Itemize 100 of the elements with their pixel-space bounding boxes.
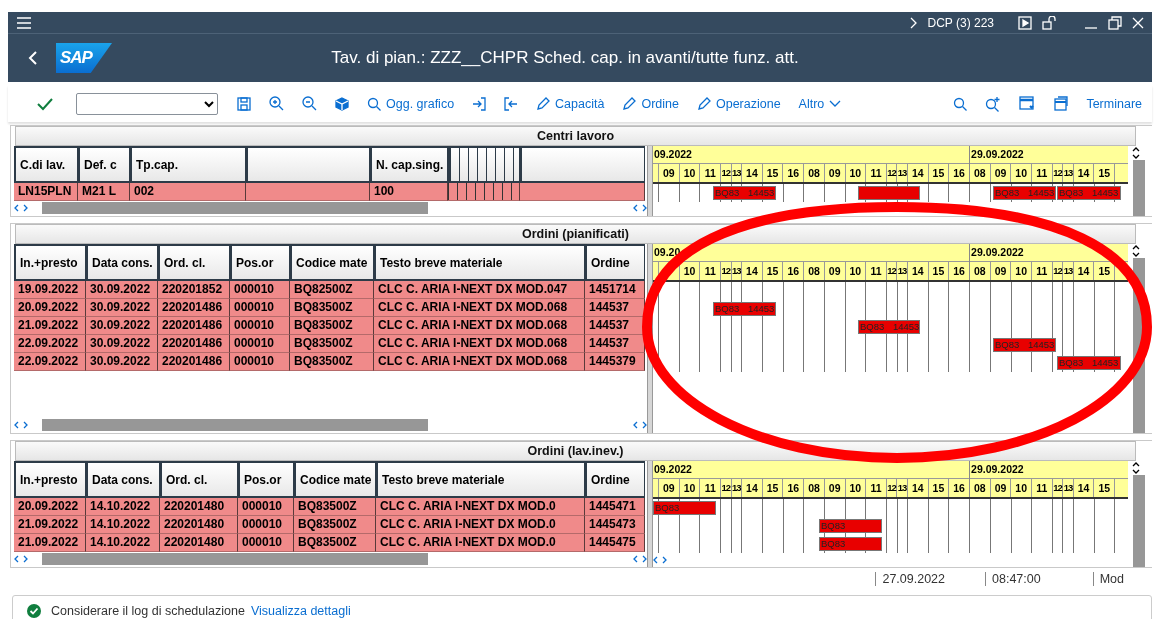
table-cell: 220201486	[158, 335, 230, 353]
column-header[interactable]: Tp.cap.	[130, 146, 246, 183]
column-header[interactable]: Ord. cl.	[160, 461, 238, 498]
scroll-left-right-icon[interactable]	[14, 421, 28, 429]
hour-label: 09	[990, 479, 1012, 497]
table-cell: 14.10.2022	[86, 516, 160, 534]
column-header[interactable]: Codice mate	[294, 461, 376, 498]
cube-icon[interactable]	[335, 96, 349, 111]
column-header[interactable]: C.di lav.	[14, 146, 78, 183]
scroll-left-right-icon[interactable]	[633, 421, 647, 429]
hour-label: 15	[762, 262, 784, 280]
scroll-left-right-icon[interactable]	[633, 204, 647, 212]
table-cell: CLC C. ARIA I-NEXT DX MOD.068	[374, 353, 585, 371]
search-plus-icon[interactable]	[985, 95, 1002, 112]
hour-label: 10	[679, 479, 701, 497]
horizontal-scrollbar[interactable]	[42, 553, 428, 565]
close-icon[interactable]	[1132, 16, 1144, 29]
hour-label: 13	[1063, 164, 1074, 182]
column-header[interactable]: In.+presto	[14, 244, 86, 281]
column-header[interactable]: Data cons.	[86, 244, 158, 281]
edit-button[interactable]: Ordine	[622, 96, 679, 111]
table-cell: 14.10.2022	[86, 498, 160, 516]
column-header[interactable]: Def. c	[78, 146, 130, 183]
table-cell: BQ83500Z	[290, 335, 374, 353]
back-icon[interactable]	[28, 50, 38, 66]
column-header[interactable]: Testo breve materiale	[374, 244, 585, 281]
scroll-left-right-icon[interactable]	[14, 555, 28, 563]
table-cell: 1445475	[585, 534, 645, 552]
hour-label: 16	[783, 262, 805, 280]
column-header[interactable]: Ordine	[585, 244, 645, 281]
column-header[interactable]	[246, 146, 370, 183]
exit-button[interactable]: Terminare	[1086, 96, 1142, 111]
hour-label: 13	[1063, 479, 1074, 497]
column-header[interactable]: Ord. cl.	[158, 244, 230, 281]
section-title: Centri lavoro	[15, 126, 1136, 146]
pencil-icon	[696, 96, 711, 111]
vertical-scrollbar[interactable]	[1133, 160, 1145, 216]
save-icon[interactable]	[237, 96, 251, 111]
column-header[interactable]: Codice mate	[290, 244, 374, 281]
scroll-left-right-icon[interactable]	[14, 204, 28, 212]
more-menu-button[interactable]: Altro	[798, 96, 842, 111]
column-header[interactable]: Pos.or	[238, 461, 294, 498]
hour-label: 10	[845, 164, 867, 182]
horizontal-scrollbar[interactable]	[42, 419, 428, 431]
hour-label: 14	[1073, 262, 1095, 280]
edit-button[interactable]: Operazione	[696, 96, 781, 111]
table-cell: 220201480	[160, 498, 238, 516]
details-link[interactable]: Visualizza dettagli	[250, 604, 351, 618]
graphic-object-button[interactable]: Ogg. grafico	[367, 96, 455, 111]
table-cell: CLC C. ARIA I-NEXT DX MOD.0	[376, 516, 585, 534]
column-header[interactable]: Ordine	[585, 461, 645, 498]
vertical-scrollbar[interactable]	[1133, 475, 1145, 567]
hour-label: 12	[721, 262, 732, 280]
horizontal-scrollbar[interactable]	[42, 202, 428, 214]
hour-label: 14	[742, 164, 763, 182]
hour-label: 08	[969, 164, 991, 182]
table-cell: BQ83500Z	[294, 516, 376, 534]
zoom-in-icon[interactable]	[269, 96, 284, 111]
column-header[interactable]	[520, 146, 645, 183]
restore-icon[interactable]	[1108, 15, 1122, 30]
scroll-left-right-icon[interactable]	[633, 555, 647, 563]
column-header[interactable]: N. cap.sing.	[370, 146, 448, 183]
hour-label: 11	[700, 164, 722, 182]
unlock-icon[interactable]	[1042, 15, 1056, 30]
play-box-icon[interactable]	[1018, 15, 1032, 30]
hour-label: 12	[886, 479, 898, 497]
table-cell: 30.09.2022	[86, 353, 158, 371]
table-cell: 1451714	[585, 281, 645, 299]
hour-label: 14	[907, 262, 929, 280]
hour-label: 11	[866, 262, 887, 280]
hour-label: 12	[721, 479, 732, 497]
column-header[interactable]: Pos.or	[230, 244, 290, 281]
enter-icon[interactable]	[472, 96, 487, 111]
table-cell: 000010	[238, 516, 294, 534]
hour-label: 15	[1094, 262, 1116, 280]
window-icon[interactable]	[1053, 96, 1069, 111]
edit-button[interactable]: Capacità	[536, 96, 605, 111]
scroll-up-down-icon[interactable]	[1132, 461, 1140, 475]
column-header[interactable]	[448, 146, 520, 183]
command-field[interactable]	[76, 92, 218, 115]
hour-label: 09	[990, 262, 1012, 280]
table-cell: 220201480	[160, 516, 238, 534]
table-cell: 220201852	[158, 281, 230, 299]
hour-label: 10	[1011, 262, 1032, 280]
scroll-left-right-icon[interactable]	[653, 556, 667, 564]
menu-icon[interactable]	[16, 15, 32, 30]
exit-icon[interactable]	[504, 96, 519, 111]
zoom-out-icon[interactable]	[302, 96, 317, 111]
search-icon[interactable]	[953, 96, 968, 111]
scroll-up-down-icon[interactable]	[1132, 146, 1140, 160]
table-cell: LN15PLN	[14, 183, 78, 201]
scroll-up-down-icon[interactable]	[1132, 244, 1140, 258]
hour-label: 13	[731, 164, 743, 182]
checkmark-icon[interactable]	[37, 96, 53, 111]
table-cell: 21.09.2022	[14, 534, 86, 552]
date-label: 09.20	[653, 245, 681, 260]
column-header[interactable]: Data cons.	[86, 461, 160, 498]
column-header[interactable]: Testo breve materiale	[376, 461, 585, 498]
column-header[interactable]: In.+presto	[14, 461, 86, 498]
table-cell: 002	[130, 183, 246, 201]
